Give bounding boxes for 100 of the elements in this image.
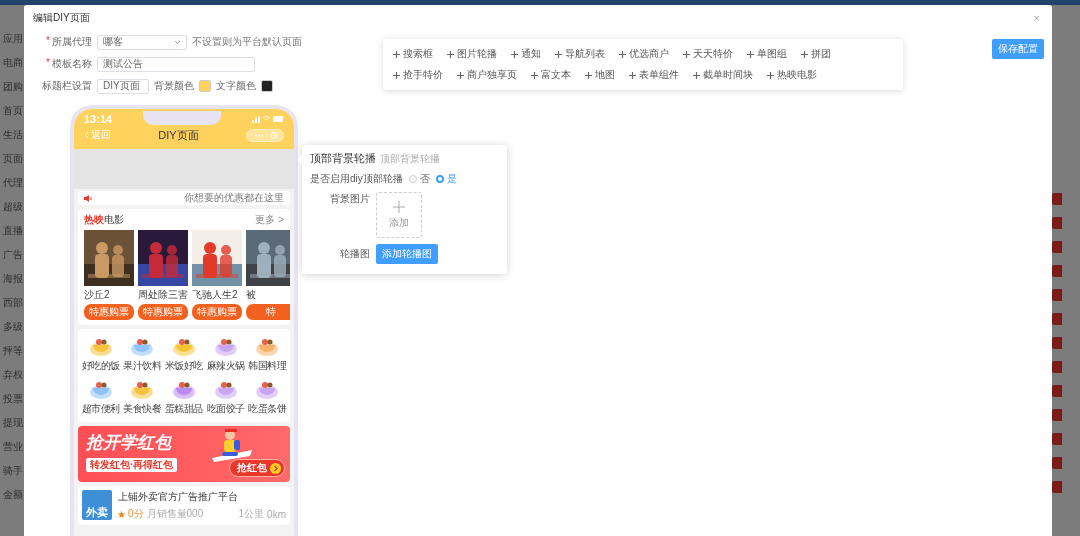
add-component-button[interactable]: 富文本 <box>531 68 571 82</box>
banner-title: 抢开学红包 <box>86 432 171 454</box>
sidebar-item[interactable]: 生活 <box>0 125 24 145</box>
category-label[interactable]: 好吃的饭 <box>81 359 120 373</box>
sidebar-item[interactable]: 抨等 <box>0 341 24 361</box>
sidebar-item[interactable]: 营业 <box>0 437 24 457</box>
movie-title: 沙丘2 <box>84 288 111 302</box>
category-label[interactable]: 蛋糕甜品 <box>165 402 203 416</box>
sidebar-item[interactable]: 海报 <box>0 269 24 289</box>
category-label[interactable]: 吃面饺子 <box>206 402 245 416</box>
add-component-button[interactable]: 表单组件 <box>629 68 679 82</box>
row-action-button[interactable] <box>1052 217 1062 229</box>
sidebar-item[interactable]: 电商 <box>0 53 24 73</box>
radio-option[interactable]: 是 <box>435 172 457 186</box>
row-action-button[interactable] <box>1052 289 1062 301</box>
movie-title: 周处除三害 <box>138 288 188 302</box>
category-label[interactable]: 米饭好吃 <box>165 359 203 373</box>
add-component-button[interactable]: 通知 <box>511 47 541 61</box>
category-label[interactable]: 美食快餐 <box>123 402 162 416</box>
add-component-button[interactable]: 天天特价 <box>683 47 733 61</box>
agent-select[interactable]: 哪客 <box>97 34 187 50</box>
status-icons-drawing <box>252 115 284 123</box>
sidebar-item[interactable]: 西部 <box>0 293 24 313</box>
popup-title: 顶部背景轮播 <box>310 151 376 166</box>
color-swatch[interactable] <box>261 80 273 92</box>
shop-card[interactable]: 外卖 上铺外卖官方广告推广平台 0分 月销售量000 1公里 0km <box>78 486 290 525</box>
shop-logo: 外卖 <box>82 490 112 520</box>
capsule-menu-icon[interactable] <box>246 128 284 142</box>
add-component-button[interactable]: 拼团 <box>801 47 831 61</box>
buy-ticket-button[interactable]: 特 <box>246 304 290 320</box>
row-action-button[interactable] <box>1052 241 1062 253</box>
row-action-button[interactable] <box>1052 265 1062 277</box>
buy-ticket-button[interactable]: 特惠购票 <box>138 304 188 320</box>
row-action-button[interactable] <box>1052 337 1062 349</box>
category-label[interactable]: 韩国料理 <box>248 359 287 373</box>
color-label: 背景颜色 <box>154 79 194 93</box>
sidebar-item[interactable]: 超级 <box>0 197 24 217</box>
category-label[interactable]: 麻辣火锅 <box>206 359 245 373</box>
add-component-button[interactable]: 商户独享页 <box>457 68 517 82</box>
plus-icon <box>619 50 626 58</box>
row-action-button[interactable] <box>1052 433 1062 445</box>
plus-icon <box>393 50 400 58</box>
sidebar-item[interactable]: 多级 <box>0 317 24 337</box>
section-title: 热映电影 <box>84 213 124 227</box>
add-component-button[interactable]: 图片轮播 <box>447 47 497 61</box>
category-label[interactable]: 果汁饮料 <box>123 359 162 373</box>
add-component-button[interactable]: 热映电影 <box>767 68 817 82</box>
sidebar-item[interactable]: 直播 <box>0 221 24 241</box>
add-component-button[interactable]: 截单时间块 <box>693 68 753 82</box>
chevron-down-icon <box>174 39 181 45</box>
sidebar-item[interactable]: 金额 <box>0 485 24 505</box>
grab-button[interactable]: 抢红包 <box>229 459 285 477</box>
shop-km: 0km <box>267 508 286 520</box>
row-action-button[interactable] <box>1052 313 1062 325</box>
add-component-button[interactable]: 导航列表 <box>555 47 605 61</box>
color-swatch[interactable] <box>199 80 211 92</box>
sidebar-item[interactable]: 广告 <box>0 245 24 265</box>
sidebar-item[interactable]: 投票 <box>0 389 24 409</box>
sidebar-item[interactable]: 骑手 <box>0 461 24 481</box>
more-link[interactable]: 更多 > <box>255 213 284 227</box>
row-action-button[interactable] <box>1052 193 1062 205</box>
promo-banner[interactable]: 抢开学红包 转发红包·再得红包 抢红包 <box>78 426 290 482</box>
row-action-button[interactable] <box>1052 361 1062 373</box>
plus-icon <box>801 50 808 58</box>
star-icon <box>118 510 125 518</box>
plus-icon <box>555 50 562 58</box>
category-label[interactable]: 超市便利 <box>81 402 120 416</box>
shop-distance: 1公里 <box>238 507 265 521</box>
status-time: 13:14 <box>84 113 113 125</box>
title-field[interactable]: DIY页面 <box>97 78 149 94</box>
sidebar-item[interactable]: 代理 <box>0 173 24 193</box>
plus-icon <box>393 200 405 213</box>
sidebar-item[interactable]: 页面 <box>0 149 24 169</box>
row-action-button[interactable] <box>1052 385 1062 397</box>
shop-name: 上铺外卖官方广告推广平台 <box>118 490 239 504</box>
buy-ticket-button[interactable]: 特惠购票 <box>192 304 242 320</box>
movie-title: 飞驰人生2 <box>192 288 239 302</box>
sidebar-item[interactable]: 应用 <box>0 29 24 49</box>
add-component-button[interactable]: 单图组 <box>747 47 787 61</box>
add-component-button[interactable]: 地图 <box>585 68 615 82</box>
sidebar-item[interactable]: 弃权 <box>0 365 24 385</box>
plus-icon <box>629 71 636 79</box>
buy-ticket-button[interactable]: 特惠购票 <box>84 304 134 320</box>
radio-option[interactable]: 否 <box>408 172 430 186</box>
sidebar-item[interactable]: 团购 <box>0 77 24 97</box>
add-component-button[interactable]: 抢手特价 <box>393 68 443 82</box>
upload-box[interactable]: 添加 <box>376 192 422 238</box>
category-label[interactable]: 吃蛋条饼 <box>248 402 287 416</box>
add-carousel-button[interactable]: 添加轮播图 <box>376 244 438 264</box>
close-button[interactable]: × <box>1031 12 1042 24</box>
row-action-button[interactable] <box>1052 409 1062 421</box>
sidebar-item[interactable]: 首页 <box>0 101 24 121</box>
add-component-button[interactable]: 搜索框 <box>393 47 433 61</box>
color-label: 文字颜色 <box>216 79 256 93</box>
add-component-button[interactable]: 优选商户 <box>619 47 669 61</box>
row-action-button[interactable] <box>1052 481 1062 493</box>
sidebar-item[interactable]: 提现 <box>0 413 24 433</box>
name-field[interactable]: 测试公告 <box>97 56 255 72</box>
save-button[interactable]: 保存配置 <box>992 39 1044 59</box>
row-action-button[interactable] <box>1052 457 1062 469</box>
